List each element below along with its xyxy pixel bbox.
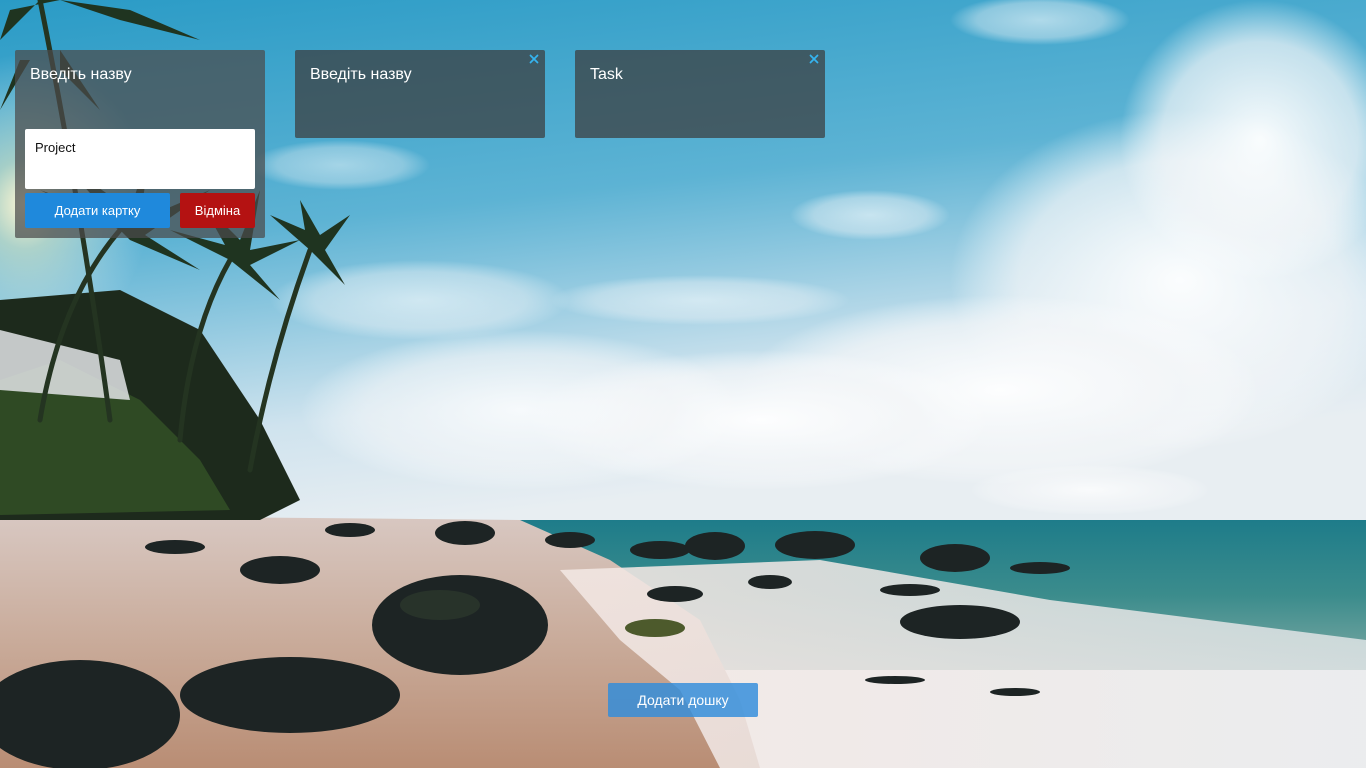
new-card-input[interactable]: Project — [25, 129, 255, 189]
board-title[interactable]: Введіть назву — [30, 66, 132, 84]
board-3: Task — [575, 50, 825, 138]
add-board-button[interactable]: Додати дошку — [608, 683, 758, 717]
board-title[interactable]: Введіть назву — [310, 66, 412, 84]
board-1: Введіть назву Project Додати картку Відм… — [15, 50, 265, 238]
board-title[interactable]: Task — [590, 66, 623, 84]
board-2: Введіть назву — [295, 50, 545, 138]
close-icon[interactable] — [809, 54, 819, 64]
cancel-button[interactable]: Відміна — [180, 193, 255, 228]
add-card-button[interactable]: Додати картку — [25, 193, 170, 228]
close-icon[interactable] — [529, 54, 539, 64]
